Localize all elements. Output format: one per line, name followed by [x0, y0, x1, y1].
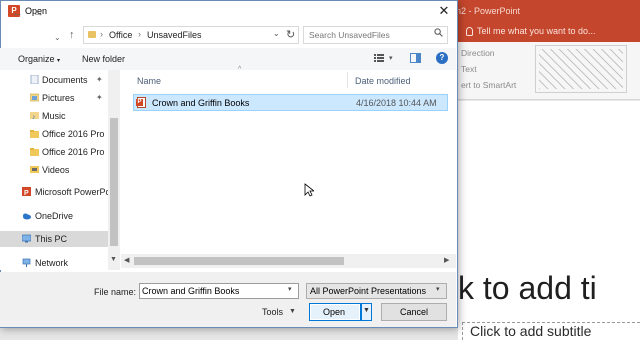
nav-item-label: Network — [35, 258, 69, 268]
file-name[interactable]: Crown and Griffin Books — [152, 98, 249, 108]
svg-text:♪: ♪ — [32, 114, 36, 120]
nav-item-network[interactable]: Network — [0, 255, 108, 269]
nav-scrollbar-thumb[interactable] — [110, 118, 118, 246]
search-placeholder: Search UnsavedFiles — [309, 30, 390, 40]
address-dropdown-icon[interactable]: ⌄ — [273, 29, 280, 38]
text-direction-button[interactable]: Direction — [461, 48, 495, 58]
svg-text:P: P — [24, 190, 29, 196]
preview-pane-icon[interactable] — [410, 53, 421, 63]
scroll-right-icon[interactable]: ▶ — [444, 256, 449, 264]
nav-item-label: Documents — [42, 75, 88, 85]
breadcrumb-separator-icon[interactable]: › — [138, 29, 141, 39]
nav-item-label: Office 2016 Pro — [42, 129, 105, 139]
cancel-button-label[interactable]: Cancel — [400, 307, 428, 317]
tools-dropdown-icon[interactable]: ▼ — [289, 308, 296, 315]
chevron-down-icon: ⌄ — [54, 33, 61, 42]
mouse-cursor-icon — [304, 183, 314, 197]
powerpoint-file-icon — [136, 97, 146, 108]
folder-icon — [30, 130, 39, 138]
nav-item-music[interactable]: ♪ Music — [0, 108, 108, 124]
forward-button[interactable]: → — [33, 6, 44, 20]
file-type-value: All PowerPoint Presentations — [310, 286, 427, 296]
nav-item-label: This PC — [35, 234, 68, 244]
breadcrumb-office[interactable]: Office — [109, 30, 132, 40]
up-button[interactable]: ↑ — [69, 28, 75, 42]
align-text-button[interactable]: Text — [461, 64, 477, 74]
file-name-dropdown-icon[interactable]: ▾ — [288, 285, 292, 293]
close-button[interactable]: ✕ — [432, 1, 456, 21]
arrow-up-icon: ↑ — [69, 29, 75, 41]
lightbulb-icon — [466, 26, 473, 36]
file-name-label: File name: — [94, 287, 137, 297]
search-icon — [434, 28, 443, 37]
nav-item-label: OneDrive — [35, 211, 74, 221]
nav-item-pictures[interactable]: Pictures ✦ — [0, 90, 108, 106]
network-icon — [22, 258, 31, 267]
tell-me-box[interactable]: Tell me what you want to do... — [466, 26, 596, 36]
sort-ascending-icon: ^ — [238, 66, 242, 73]
help-icon[interactable]: ? — [436, 52, 448, 64]
nav-item-label: Office 2016 Pro — [42, 147, 105, 157]
organize-label: Organize — [18, 54, 55, 64]
column-header-name[interactable]: Name — [137, 76, 161, 86]
back-button[interactable]: ← — [12, 6, 23, 20]
view-dropdown-icon[interactable]: ▾ — [389, 54, 393, 62]
chevron-down-icon[interactable]: ▼ — [363, 307, 370, 314]
documents-icon — [30, 75, 39, 84]
nav-item-label: Music — [42, 111, 66, 121]
nav-item-office-2016-pro[interactable]: Office 2016 Pro — [0, 126, 108, 142]
tools-button[interactable]: Tools — [262, 307, 283, 317]
column-header-date-modified[interactable]: Date modified — [355, 76, 411, 86]
scroll-left-icon[interactable]: ◀ — [124, 256, 129, 264]
close-icon: ✕ — [438, 3, 450, 18]
ppt-window-title: n2 - PowerPoint — [456, 6, 521, 16]
horizontal-scrollbar-thumb[interactable] — [134, 257, 344, 265]
onedrive-icon — [23, 213, 31, 220]
arrow-left-icon: ← — [12, 7, 23, 19]
nav-item-onedrive[interactable]: OneDrive — [0, 208, 108, 224]
column-divider[interactable] — [347, 72, 348, 88]
slide-subtitle-placeholder[interactable]: Click to add subtitle — [470, 323, 591, 339]
breadcrumb-unsavedfiles[interactable]: UnsavedFiles — [147, 30, 202, 40]
recent-locations-button[interactable]: ⌄ — [54, 31, 61, 45]
shapes-gallery[interactable] — [535, 45, 627, 93]
powerpoint-icon: P — [22, 187, 31, 196]
dialog-titlebar — [1, 1, 457, 23]
change-view-icon[interactable] — [374, 53, 384, 63]
refresh-icon: ↻ — [286, 29, 296, 41]
arrow-right-icon: → — [33, 7, 44, 19]
new-folder-button[interactable]: New folder — [82, 54, 125, 64]
nav-item-microsoft-powerpoint[interactable]: P Microsoft PowerPo — [0, 184, 111, 200]
folder-icon — [88, 31, 96, 38]
nav-item-this-pc[interactable]: This PC — [0, 231, 108, 247]
chevron-down-icon[interactable]: ▾ — [436, 285, 440, 293]
music-icon: ♪ — [30, 112, 39, 120]
chevron-down-icon: ▾ — [57, 58, 61, 64]
this-pc-icon — [22, 234, 31, 243]
nav-item-label: Pictures — [42, 93, 75, 103]
pin-icon[interactable]: ✦ — [96, 93, 103, 102]
nav-item-documents[interactable]: Documents ✦ — [0, 72, 108, 88]
command-toolbar — [0, 48, 456, 70]
nav-item-label: Microsoft PowerPo — [35, 187, 111, 197]
slide-title-placeholder[interactable]: k to add ti — [458, 270, 597, 307]
convert-smartart-button[interactable]: ert to SmartArt — [461, 80, 516, 90]
refresh-button[interactable]: ↻ — [286, 28, 295, 41]
pictures-icon — [30, 93, 39, 102]
file-name-value[interactable]: Crown and Griffin Books — [142, 286, 239, 296]
nav-item-office-2016-pro-2[interactable]: Office 2016 Pro — [0, 144, 108, 160]
pin-icon[interactable]: ✦ — [96, 75, 103, 84]
folder-icon — [30, 148, 39, 156]
scroll-down-icon[interactable]: ▼ — [110, 256, 117, 263]
file-date-modified: 4/16/2018 10:44 AM — [356, 98, 437, 108]
breadcrumb-separator-icon[interactable]: › — [100, 29, 103, 39]
tell-me-text: Tell me what you want to do... — [477, 26, 596, 36]
organize-button[interactable]: Organize ▾ — [18, 54, 60, 64]
videos-icon — [30, 166, 39, 173]
nav-item-videos[interactable]: Videos — [0, 162, 108, 178]
nav-item-label: Videos — [42, 165, 70, 175]
open-button-label[interactable]: Open — [323, 307, 345, 317]
